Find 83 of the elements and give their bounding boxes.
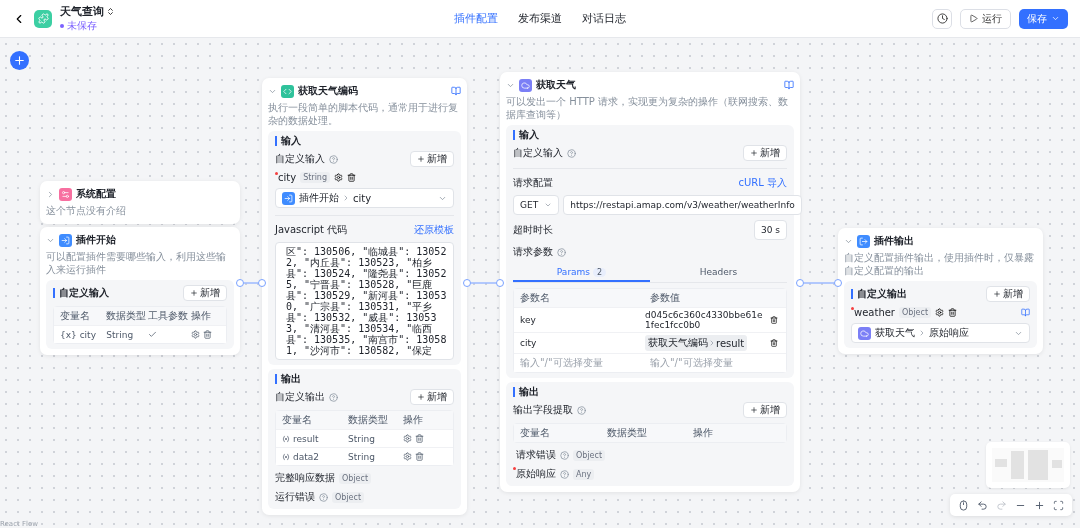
add-button[interactable]: 新增 <box>743 402 787 418</box>
node-title: 系统配置 <box>76 187 117 201</box>
section-title: 输入 <box>275 136 454 146</box>
variable-name: weather <box>851 307 895 318</box>
variable-select[interactable]: 插件开始 city <box>275 188 454 208</box>
field-label: 自定义输入 <box>513 146 563 160</box>
variable-select[interactable]: 获取天气 原始响应 <box>851 323 1030 343</box>
field-label: 输出字段提取 <box>513 403 573 417</box>
table-cell-text: String <box>106 329 135 340</box>
column-header: 数据类型 <box>348 413 389 427</box>
node-description: 执行一段简单的脚本代码，通常用于进行复杂的数据处理。 <box>268 102 459 127</box>
column-header: 变量名 <box>60 309 91 323</box>
run-button[interactable]: 运行 <box>960 8 1011 29</box>
node-title: 插件输出 <box>874 234 915 248</box>
save-status: 未保存 <box>60 19 115 33</box>
node-description: 可以发出一个 HTTP 请求，实现更为复杂的操作（联网搜索、数据库查询等） <box>506 96 789 121</box>
output-label: 运行错误 <box>275 490 315 504</box>
node-card[interactable]: 系统配置 这个节点没有介绍 <box>40 181 240 224</box>
type-tag: String <box>300 172 330 183</box>
code-editor[interactable]: 区": 130506, "临城县": 130522, "内丘县": 130523, "柏乡县": 130524, "隆尧县": 130525, "宁晋县": 130528, "巨鹿县": 130529, "新河县": 130530, "广宗县": 130531, "平乡县": 130532, "威县": 130533, "清河县": 130534, "临西县": 130535, "南宫市": 130581, "沙河市": 130582, "保定 <box>275 242 454 360</box>
section-title: 自定义输入 <box>53 288 109 298</box>
field-label: Javascript 代码 <box>275 223 348 237</box>
type-tag: Object <box>573 449 606 461</box>
column-header: 操作 <box>693 426 715 440</box>
curl-import-link[interactable]: cURL 导入 <box>738 176 787 190</box>
node-description: 这个节点没有介绍 <box>46 205 127 218</box>
table-cell-text: city <box>520 338 538 348</box>
table-cell-text: String <box>348 433 376 444</box>
node-title: 获取天气编码 <box>298 84 359 98</box>
add-button[interactable]: 新增 <box>183 285 227 301</box>
column-header: 操作 <box>190 309 212 323</box>
save-button[interactable]: 保存 <box>1019 8 1068 29</box>
method-select[interactable]: GET <box>513 195 560 215</box>
restore-template-link[interactable]: 还原模板 <box>414 223 454 237</box>
type-tag: Object <box>332 491 365 503</box>
node-description: 自定义配置插件输出，使用插件时，仅暴露自定义配置的输出 <box>844 252 1035 277</box>
add-button[interactable]: 新增 <box>743 145 787 161</box>
column-header: 工具参数 <box>148 309 190 323</box>
field-label: 自定义输出 <box>275 390 325 404</box>
output-label: 请求错误 <box>515 448 556 462</box>
output-label: 原始响应 <box>513 467 556 481</box>
section-title: 输出 <box>275 374 454 384</box>
type-tag: Any <box>573 468 595 480</box>
node-title: 获取天气 <box>536 78 577 92</box>
url-field[interactable]: https://restapi.amap.com/v3/weather/weatherInfo <box>563 195 802 215</box>
node-title: 插件开始 <box>76 233 117 247</box>
variable-name: city <box>275 172 297 183</box>
node-description: 可以配置插件需要哪些输入，利用这些输入来运行插件 <box>46 251 227 276</box>
app-title: 天气查询 <box>60 4 104 19</box>
section-title: 输入 <box>513 130 787 140</box>
timeout-field[interactable]: 30 s <box>754 220 787 240</box>
nav-tab[interactable]: 发布渠道 <box>518 11 562 26</box>
field-label: 请求参数 <box>513 245 553 259</box>
add-button[interactable]: 新增 <box>986 286 1030 302</box>
field-label: 自定义输入 <box>275 152 325 166</box>
output-label: 完整响应数据 <box>275 471 335 485</box>
column-header: 变量名 <box>520 426 551 440</box>
nav-tab[interactable]: 对话日志 <box>582 11 626 26</box>
section-title: 自定义输出 <box>851 289 907 299</box>
table-cell-text: d045c6c360c4330bbe61e1fec1fcc0b0 <box>645 310 764 330</box>
table-cell-text: String <box>348 451 376 462</box>
table-cell-text: {x} city <box>60 329 97 340</box>
column-header: 数据类型 <box>606 426 648 440</box>
params-tab[interactable]: Params 2 <box>513 264 650 282</box>
add-button[interactable]: 新增 <box>410 151 454 167</box>
column-header: 参数名 <box>520 291 551 305</box>
table-cell: data2 <box>282 451 348 462</box>
table-cell: result <box>282 433 348 444</box>
column-header: 数据类型 <box>106 309 148 323</box>
add-button[interactable]: 新增 <box>410 389 454 405</box>
type-tag: Object <box>339 472 372 484</box>
column-header: 操作 <box>403 413 424 427</box>
field-label: 请求配置 <box>513 176 553 190</box>
table-cell-text: key <box>520 315 537 325</box>
variable-chip: 获取天气编码 result <box>645 335 748 351</box>
section-title: 输出 <box>513 387 787 397</box>
column-header: 变量名 <box>282 413 313 427</box>
field-label: 超时时长 <box>513 223 553 237</box>
column-header: 参数值 <box>650 291 681 305</box>
nav-tab[interactable]: 插件配置 <box>454 11 498 26</box>
type-tag: Object <box>899 307 932 318</box>
params-tab[interactable]: Headers <box>650 264 787 282</box>
count-badge: 2 <box>593 267 607 277</box>
